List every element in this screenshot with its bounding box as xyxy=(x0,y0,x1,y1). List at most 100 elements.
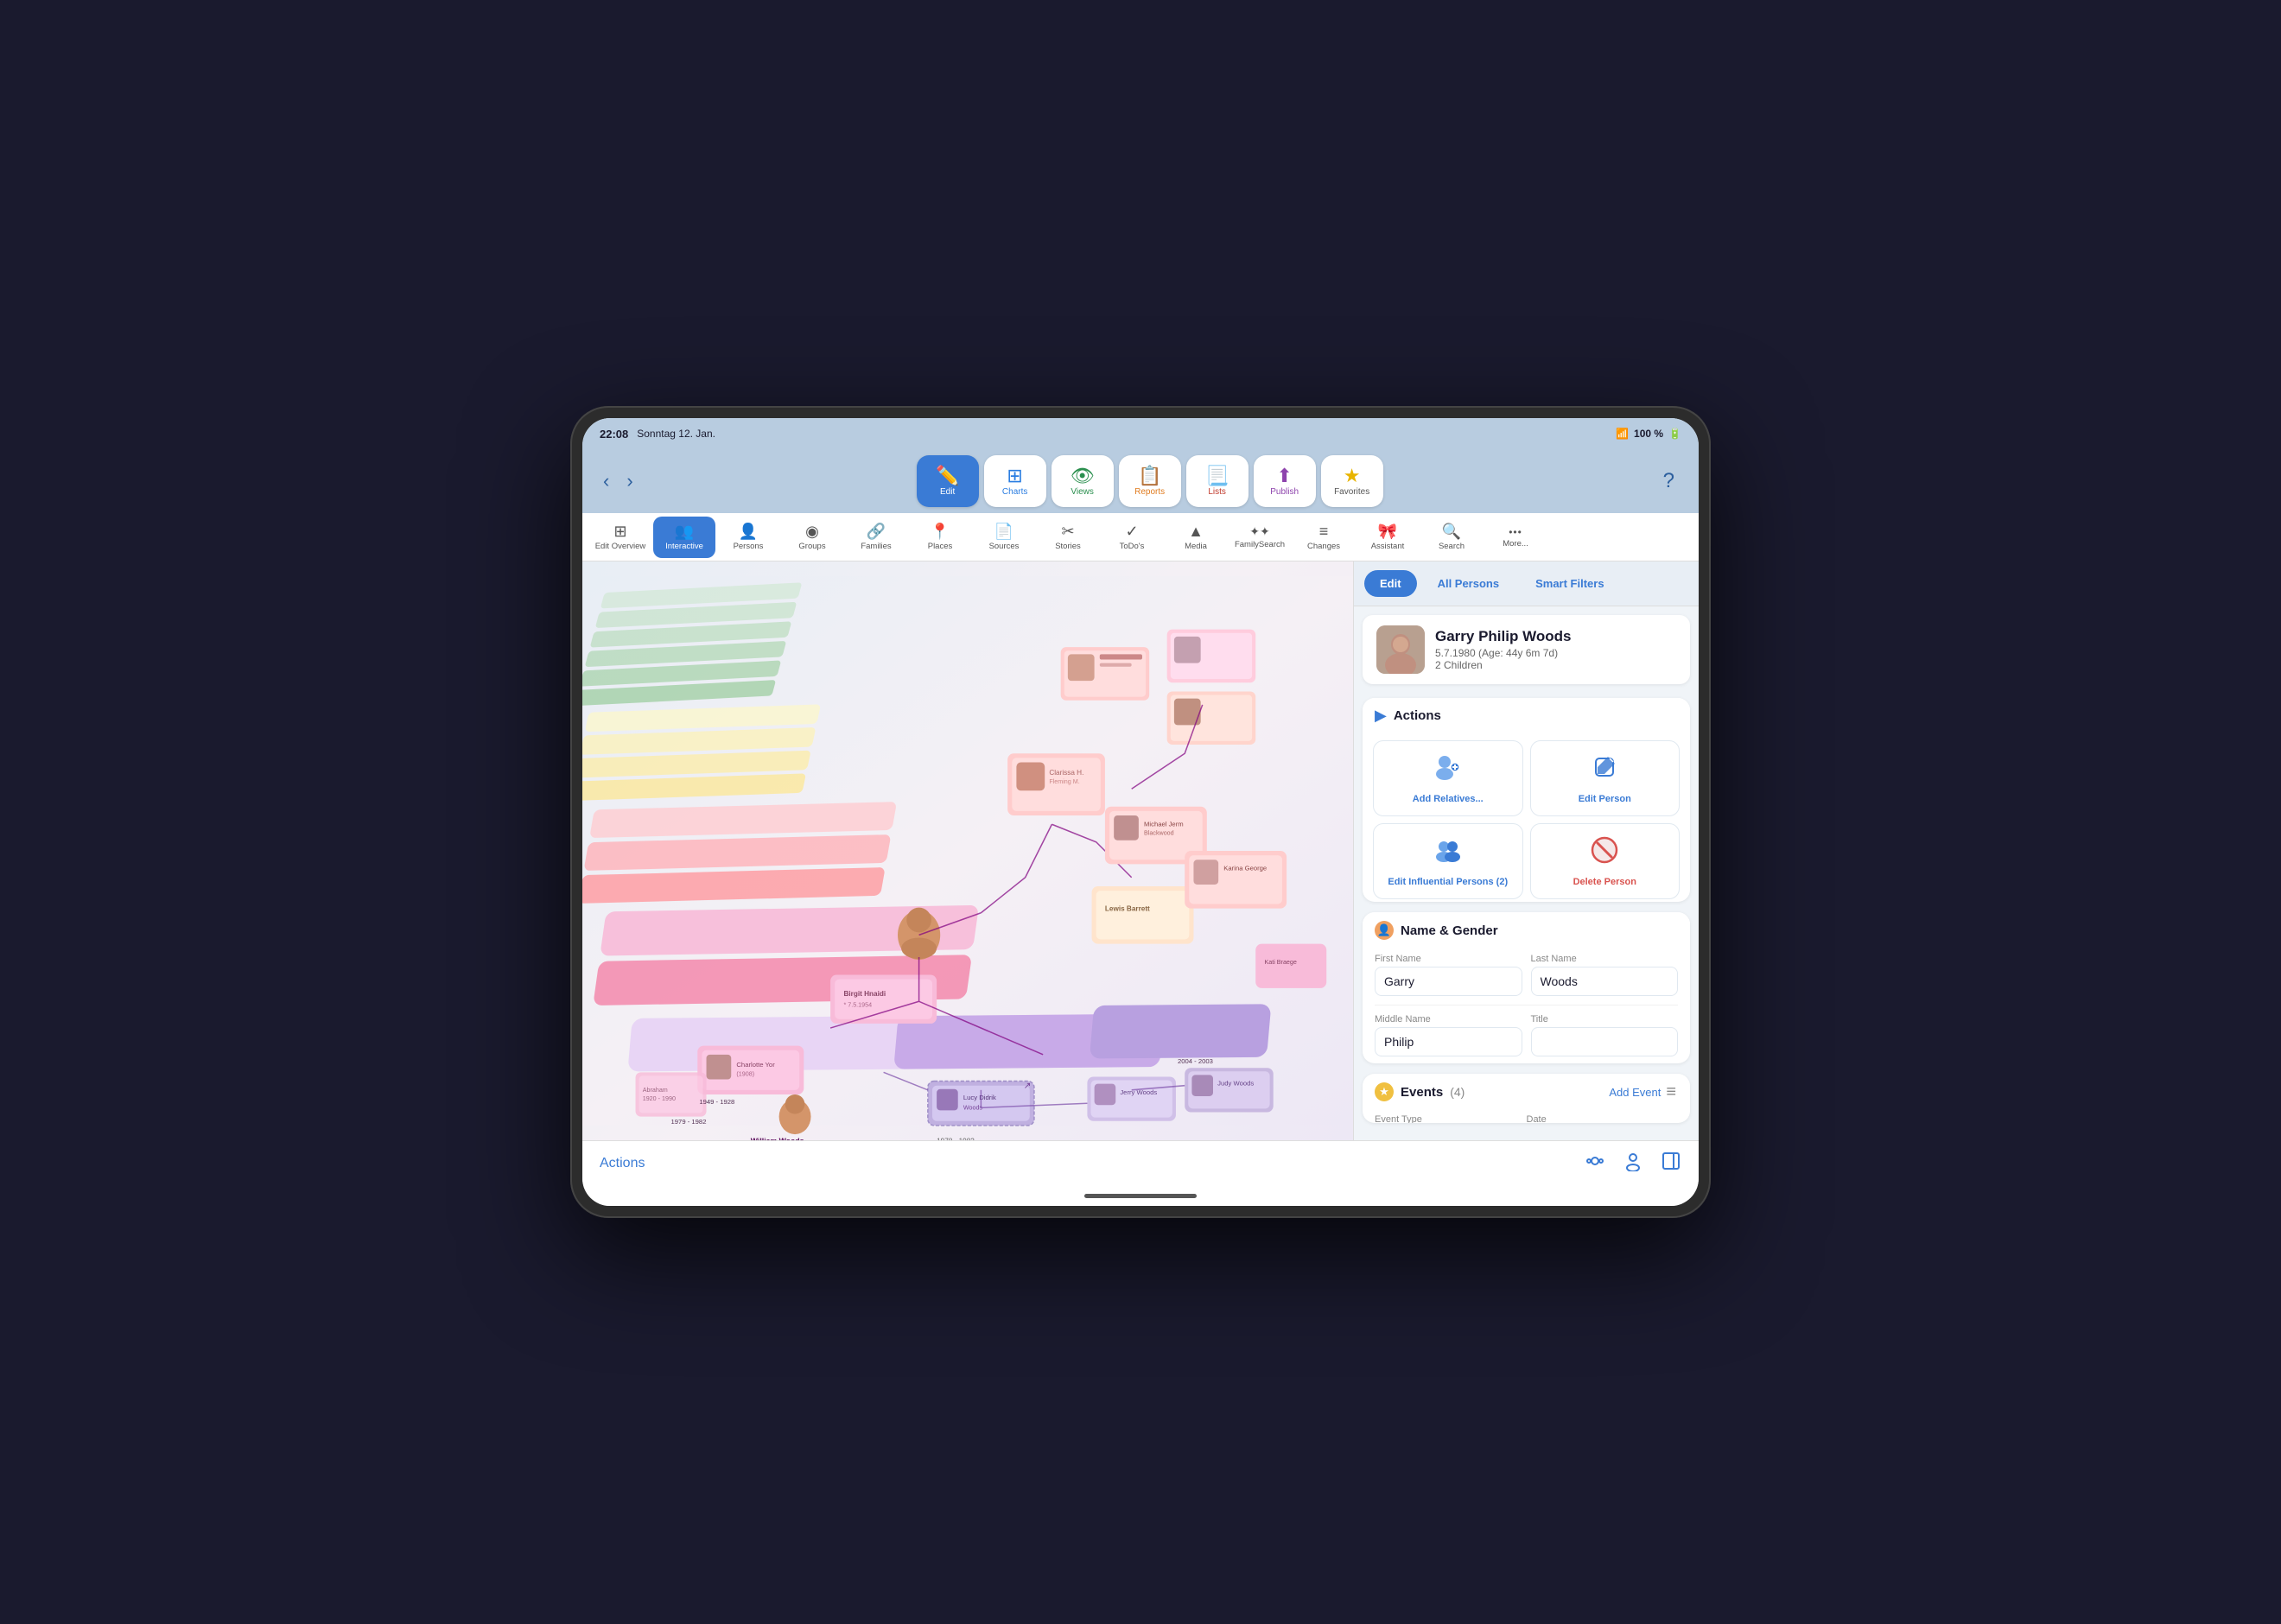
svg-text:Karina George: Karina George xyxy=(1223,865,1267,872)
edit-toolbar-label: Edit xyxy=(940,487,955,497)
svg-text:(1908): (1908) xyxy=(736,1070,754,1077)
sec-assistant-button[interactable]: 🎀 Assistant xyxy=(1357,517,1419,558)
actions-grid: Add Relatives... Edit Pers xyxy=(1363,733,1690,902)
sec-places-button[interactable]: 📍 Places xyxy=(909,517,971,558)
middle-name-field: Middle Name xyxy=(1375,1014,1522,1056)
svg-text:Blackwood: Blackwood xyxy=(1144,830,1174,837)
help-button[interactable]: ? xyxy=(1653,466,1685,497)
tab-edit[interactable]: Edit xyxy=(1364,570,1417,597)
sec-more-button[interactable]: ••• More... xyxy=(1484,517,1547,558)
add-relatives-button[interactable]: Add Relatives... xyxy=(1373,740,1523,816)
sec-todos-button[interactable]: ✓ ToDo's xyxy=(1101,517,1163,558)
events-menu-button[interactable]: ≡ xyxy=(1666,1082,1678,1102)
status-right: 📶 100 % 🔋 xyxy=(1616,428,1681,440)
places-label: Places xyxy=(928,542,953,551)
tab-all-persons[interactable]: All Persons xyxy=(1422,570,1515,597)
last-name-input[interactable] xyxy=(1531,967,1679,996)
last-name-field: Last Name xyxy=(1531,954,1679,996)
toolbar-right: ? xyxy=(1653,466,1685,497)
name-gender-title: Name & Gender xyxy=(1401,923,1498,938)
todos-label: ToDo's xyxy=(1120,542,1145,551)
first-name-label: First Name xyxy=(1375,954,1522,964)
sources-label: Sources xyxy=(989,542,1020,551)
bottom-settings-button[interactable] xyxy=(1585,1151,1605,1177)
changes-label: Changes xyxy=(1307,542,1340,551)
add-event-button[interactable]: Add Event xyxy=(1609,1086,1661,1099)
tree-area[interactable]: Clarissa H. Fleming M. Birgit Hnaidi * 7… xyxy=(582,561,1353,1140)
sec-interactive-button[interactable]: 👥 Interactive xyxy=(653,517,715,558)
actions-section-header: ▶ Actions xyxy=(1363,698,1690,733)
svg-text:1978 - 1982: 1978 - 1982 xyxy=(937,1137,975,1140)
sec-edit-overview-button[interactable]: ⊞ Edit Overview xyxy=(589,517,651,558)
edit-person-button[interactable]: Edit Person xyxy=(1530,740,1681,816)
toolbar-edit-button[interactable]: ✏️ Edit xyxy=(917,455,979,507)
family-tree-svg: Clarissa H. Fleming M. Birgit Hnaidi * 7… xyxy=(582,561,1353,1140)
person-children: 2 Children xyxy=(1435,659,1571,671)
toolbar-charts-button[interactable]: ⊞ Charts xyxy=(984,455,1046,507)
svg-text:1979 - 1982: 1979 - 1982 xyxy=(671,1118,707,1126)
edit-toolbar-icon: ✏️ xyxy=(936,466,959,485)
middle-name-label: Middle Name xyxy=(1375,1014,1522,1025)
edit-overview-label: Edit Overview xyxy=(595,542,646,551)
home-indicator xyxy=(582,1185,1699,1206)
toolbar-reports-button[interactable]: 📋 Reports xyxy=(1119,455,1181,507)
toolbar-views-button[interactable]: 👁 Views xyxy=(1052,455,1114,507)
interactive-label: Interactive xyxy=(665,542,703,551)
sec-family-search-button[interactable]: ✦✦ FamilySearch xyxy=(1229,517,1291,558)
secondary-toolbar: ⊞ Edit Overview 👥 Interactive 👤 Persons … xyxy=(582,513,1699,561)
stories-label: Stories xyxy=(1055,542,1081,551)
edit-person-icon xyxy=(1589,752,1620,789)
more-label: More... xyxy=(1503,539,1528,549)
status-bar: 22:08 Sonntag 12. Jan. 📶 100 % 🔋 xyxy=(582,418,1699,449)
persons-label: Persons xyxy=(734,542,764,551)
toolbar-lists-button[interactable]: 📃 Lists xyxy=(1186,455,1249,507)
title-input[interactable] xyxy=(1531,1027,1679,1056)
svg-text:* 7.5.1954: * 7.5.1954 xyxy=(843,1001,872,1008)
svg-text:Kati Braege: Kati Braege xyxy=(1264,959,1296,966)
edit-influential-label: Edit Influential Persons (2) xyxy=(1388,877,1508,888)
family-search-label: FamilySearch xyxy=(1235,540,1285,549)
bottom-panel-button[interactable] xyxy=(1661,1151,1681,1177)
media-icon: ▲ xyxy=(1188,523,1204,541)
assistant-icon: 🎀 xyxy=(1378,523,1397,541)
tab-smart-filters[interactable]: Smart Filters xyxy=(1520,570,1619,597)
sec-families-button[interactable]: 🔗 Families xyxy=(845,517,907,558)
edit-influential-icon xyxy=(1433,834,1464,872)
top-toolbar: ‹ › ✏️ Edit ⊞ Charts 👁 Views xyxy=(582,449,1699,513)
bottom-person-button[interactable] xyxy=(1623,1151,1643,1177)
middle-name-input[interactable] xyxy=(1375,1027,1522,1056)
sec-stories-button[interactable]: ✂ Stories xyxy=(1037,517,1099,558)
toolbar-favorites-button[interactable]: ★ Favorites xyxy=(1321,455,1383,507)
sec-persons-button[interactable]: 👤 Persons xyxy=(717,517,779,558)
sec-search-button[interactable]: 🔍 Search xyxy=(1420,517,1483,558)
first-name-input[interactable] xyxy=(1375,967,1522,996)
main-content: Clarissa H. Fleming M. Birgit Hnaidi * 7… xyxy=(582,561,1699,1140)
events-section: ★ Events (4) Add Event ≡ Event Type Date xyxy=(1363,1074,1690,1123)
battery-icon: 🔋 xyxy=(1668,428,1681,440)
edit-influential-button[interactable]: Edit Influential Persons (2) xyxy=(1373,823,1523,899)
favorites-toolbar-label: Favorites xyxy=(1334,487,1369,497)
sec-groups-button[interactable]: ◉ Groups xyxy=(781,517,843,558)
svg-text:Lucy Didrik: Lucy Didrik xyxy=(963,1094,996,1101)
toolbar-publish-button[interactable]: ⬆ Publish xyxy=(1254,455,1316,507)
sources-icon: 📄 xyxy=(994,523,1013,541)
edit-person-label: Edit Person xyxy=(1579,794,1631,805)
status-date: Sonntag 12. Jan. xyxy=(637,428,715,440)
svg-text:Judy Woods: Judy Woods xyxy=(1217,1080,1254,1088)
assistant-label: Assistant xyxy=(1371,542,1405,551)
sec-changes-button[interactable]: ≡ Changes xyxy=(1293,517,1355,558)
sec-sources-button[interactable]: 📄 Sources xyxy=(973,517,1035,558)
favorites-toolbar-icon: ★ xyxy=(1344,466,1361,485)
status-time: 22:08 xyxy=(600,428,628,441)
persons-icon: 👤 xyxy=(739,523,758,541)
nav-back-button[interactable]: ‹ xyxy=(596,466,616,496)
battery-label: 100 % xyxy=(1634,428,1663,440)
event-type-col: Event Type xyxy=(1375,1114,1527,1123)
name-gender-header: 👤 Name & Gender xyxy=(1363,912,1690,948)
first-name-field: First Name xyxy=(1375,954,1522,996)
actions-title: Actions xyxy=(1394,708,1441,723)
delete-person-button[interactable]: Delete Person xyxy=(1530,823,1681,899)
sec-media-button[interactable]: ▲ Media xyxy=(1165,517,1227,558)
home-bar xyxy=(1084,1194,1197,1198)
nav-forward-button[interactable]: › xyxy=(619,466,639,496)
